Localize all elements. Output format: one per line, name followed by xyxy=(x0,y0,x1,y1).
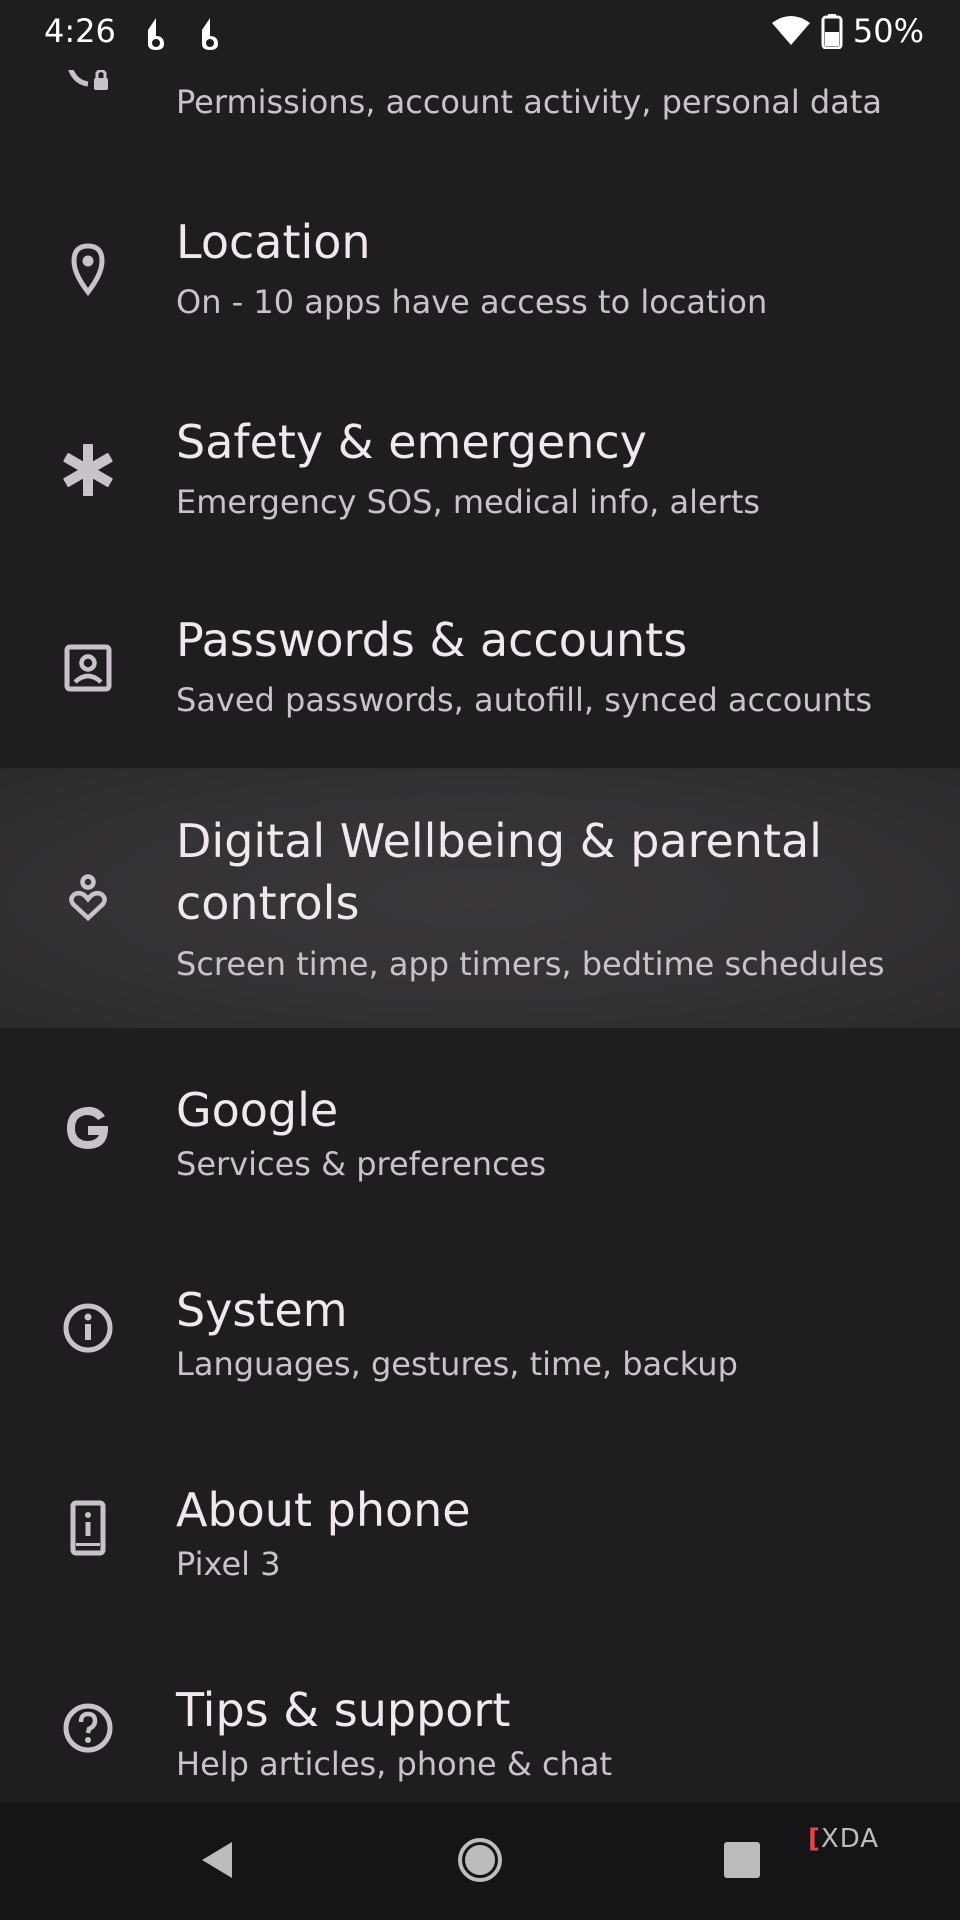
recents-icon[interactable] xyxy=(712,1830,772,1890)
settings-item-passwords-accounts[interactable]: Passwords & accounts Saved passwords, au… xyxy=(0,570,960,768)
settings-item-tips-support[interactable]: Tips & support Help articles, phone & ch… xyxy=(0,1628,960,1802)
settings-item-title: Digital Wellbeing & parental controls xyxy=(176,814,822,930)
settings-item-subtitle: Languages, gestures, time, backup xyxy=(176,1345,738,1383)
notification-app-icon xyxy=(148,18,164,50)
settings-item-subtitle: Saved passwords, autofill, synced accoun… xyxy=(176,681,873,719)
settings-item-subtitle: Screen time, app timers, bedtime schedul… xyxy=(176,945,885,983)
status-right-group: 50% xyxy=(771,12,924,50)
notification-app-icon xyxy=(202,18,218,50)
status-time: 4:26 xyxy=(44,12,116,50)
asterisk-medical-icon xyxy=(58,440,118,500)
settings-item-subtitle: On - 10 apps have access to location xyxy=(176,283,768,321)
battery-icon xyxy=(821,14,843,49)
battery-percent: 50% xyxy=(852,12,924,50)
help-icon xyxy=(58,1698,118,1758)
settings-item-title: Google xyxy=(176,1083,339,1137)
home-icon[interactable] xyxy=(450,1830,510,1890)
xda-watermark: [XDA xyxy=(808,1824,880,1854)
settings-item-title: Tips & support xyxy=(176,1683,511,1737)
navigation-bar: [XDA xyxy=(0,1802,960,1920)
settings-item-digital-wellbeing[interactable]: Digital Wellbeing & parental controls Sc… xyxy=(0,768,960,1028)
settings-item-subtitle: Services & preferences xyxy=(176,1145,547,1183)
settings-item-subtitle: Pixel 3 xyxy=(176,1545,281,1583)
location-pin-icon xyxy=(58,240,118,300)
account-box-icon xyxy=(58,638,118,698)
info-icon xyxy=(58,1298,118,1358)
google-g-icon xyxy=(58,1098,118,1158)
settings-item-location[interactable]: Location On - 10 apps have access to loc… xyxy=(0,170,960,370)
settings-item-safety[interactable]: Safety & emergency Emergency SOS, medica… xyxy=(0,370,960,570)
settings-item-google[interactable]: Google Services & preferences xyxy=(0,1028,960,1228)
settings-item-subtitle: Permissions, account activity, personal … xyxy=(176,83,882,121)
settings-item-system[interactable]: System Languages, gestures, time, backup xyxy=(0,1228,960,1428)
settings-item-title: Location xyxy=(176,215,371,269)
settings-item-title: About phone xyxy=(176,1483,471,1537)
back-icon[interactable] xyxy=(186,1830,246,1890)
settings-item-about-phone[interactable]: About phone Pixel 3 xyxy=(0,1428,960,1628)
wellbeing-heart-icon xyxy=(58,868,118,928)
wifi-icon xyxy=(771,16,810,45)
settings-item-title: System xyxy=(176,1283,348,1337)
settings-item-subtitle: Emergency SOS, medical info, alerts xyxy=(176,483,761,521)
status-bar: 4:26 50% xyxy=(0,0,960,70)
settings-item-title: Passwords & accounts xyxy=(176,613,688,667)
phone-info-icon xyxy=(58,1498,118,1558)
settings-item-subtitle: Help articles, phone & chat xyxy=(176,1745,612,1783)
settings-item-title: Safety & emergency xyxy=(176,415,647,469)
